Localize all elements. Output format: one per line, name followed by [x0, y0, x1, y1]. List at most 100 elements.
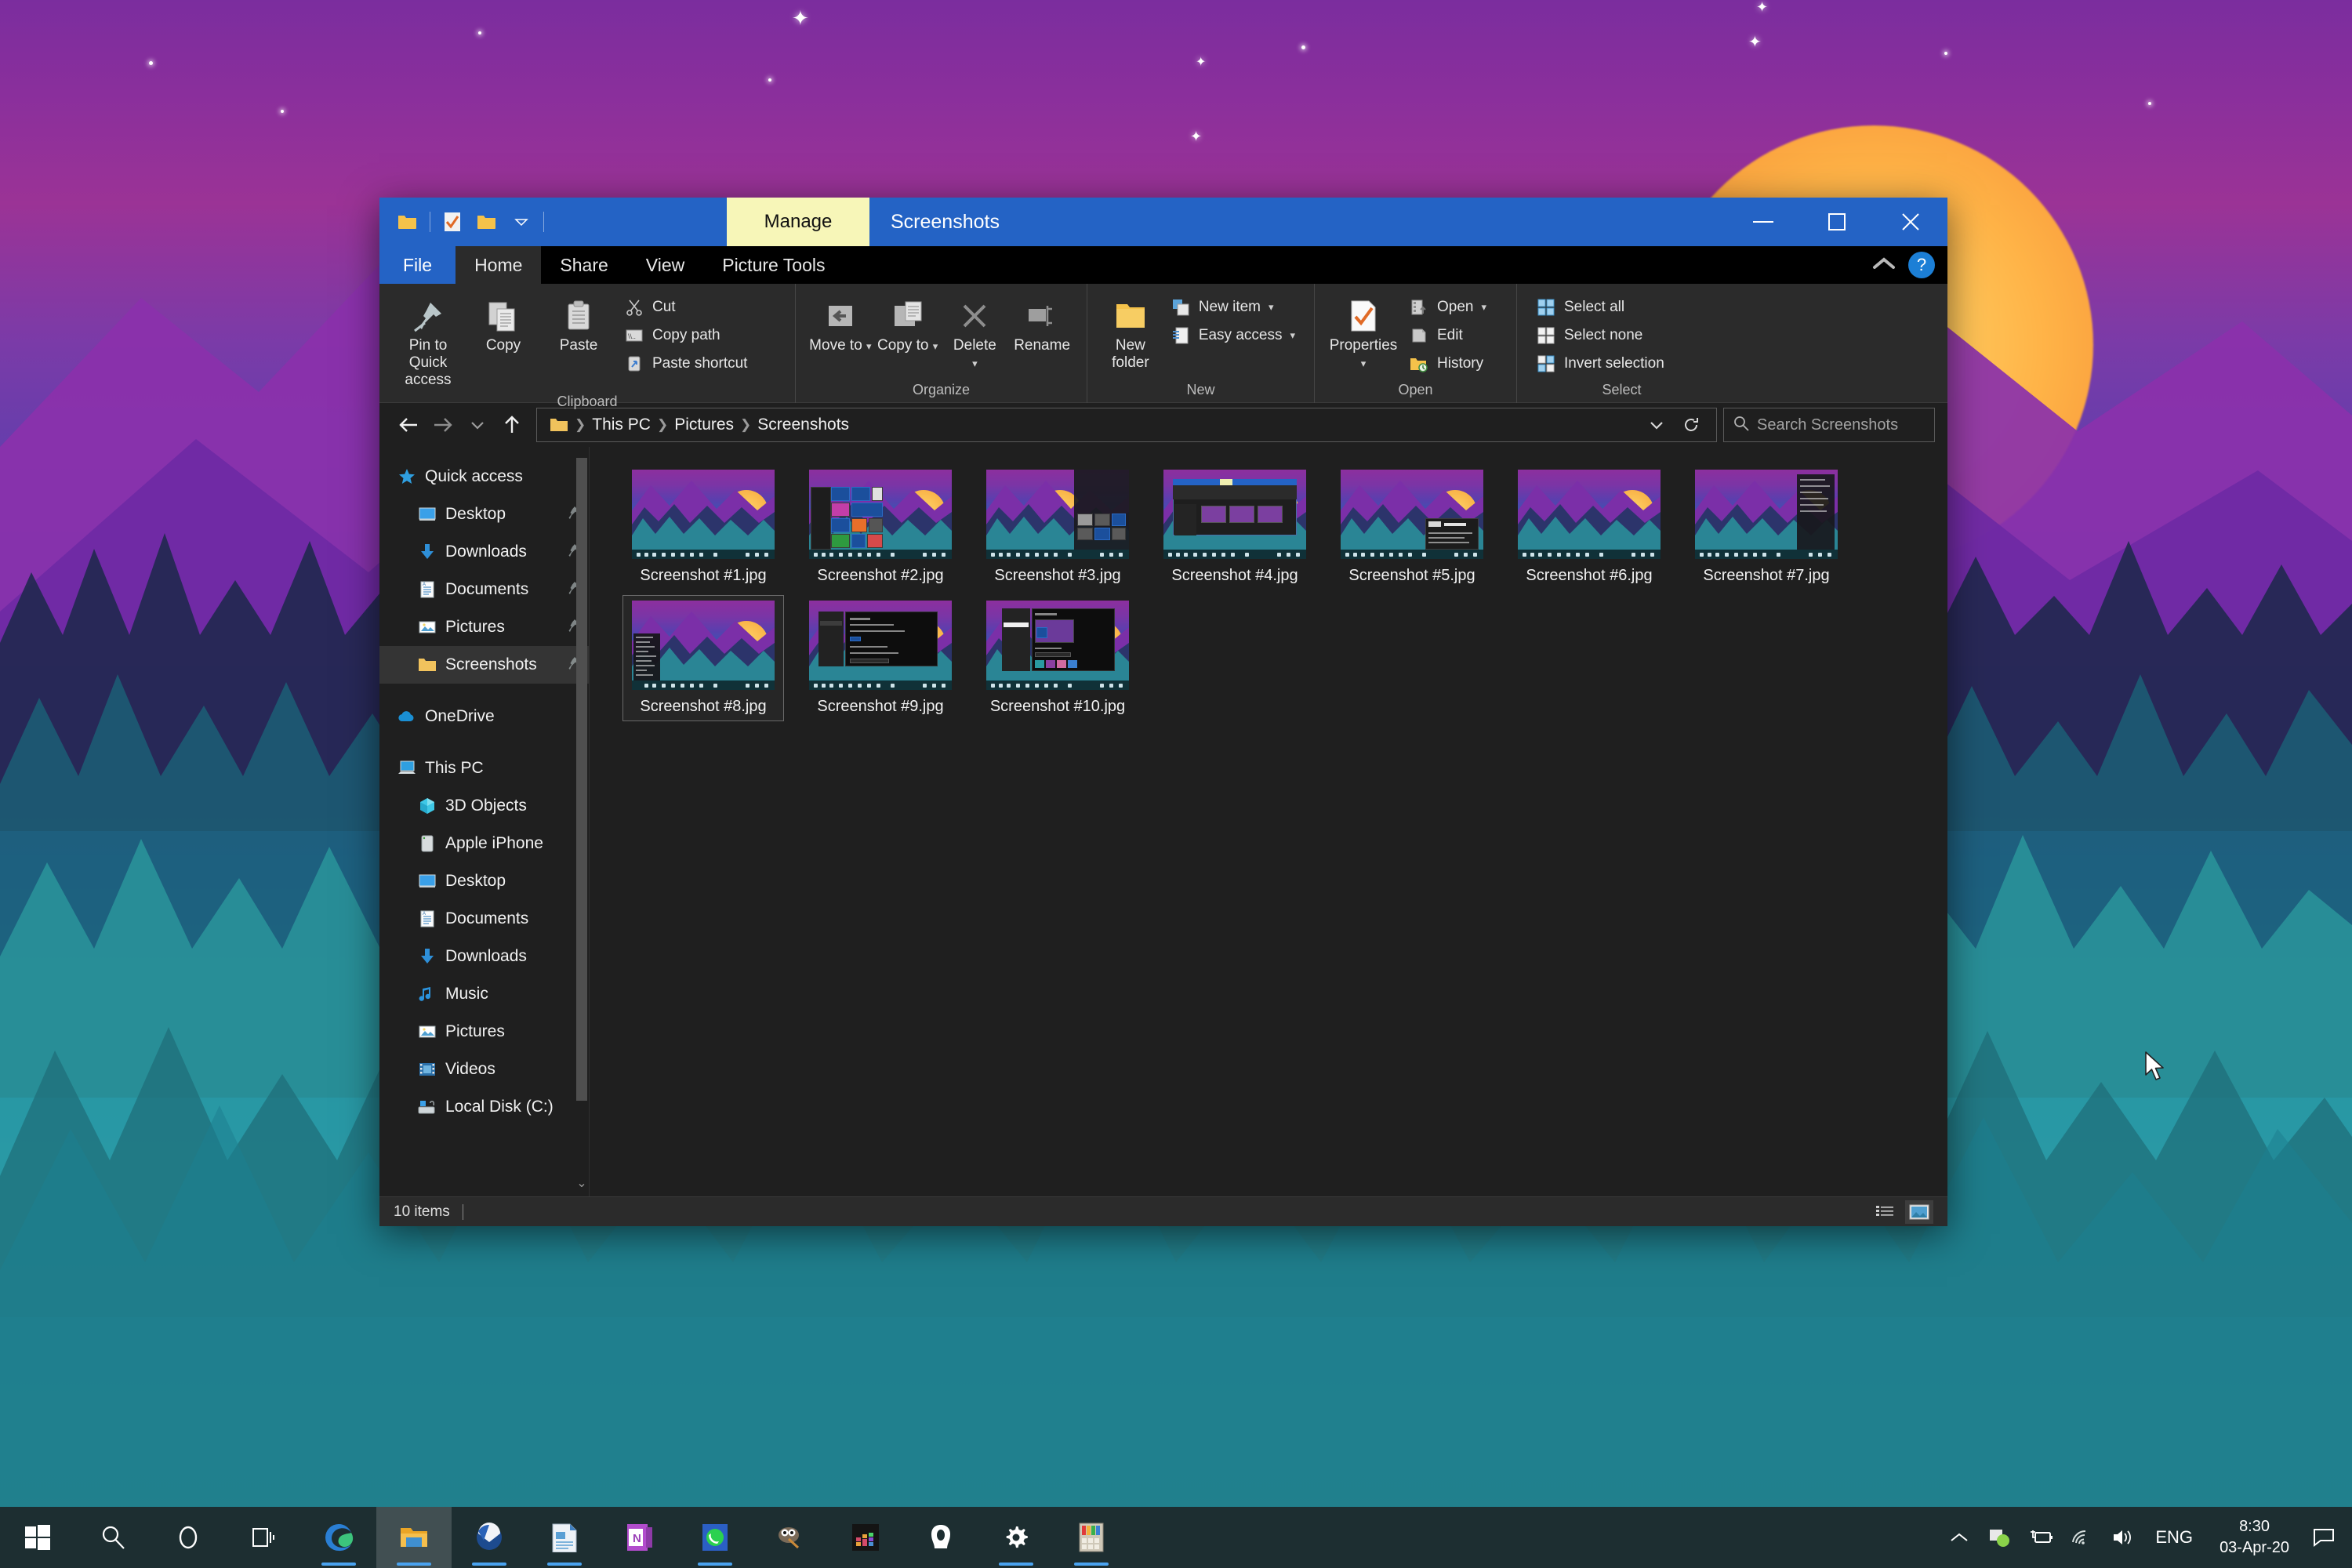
open-button[interactable]: Open ▾ [1401, 293, 1494, 321]
pin-to-quick-access-button[interactable]: Pin to Quick access [390, 290, 466, 394]
folder-icon[interactable] [390, 205, 425, 239]
close-button[interactable] [1874, 198, 1947, 246]
collapse-ribbon-icon[interactable] [1872, 256, 1896, 274]
file-item[interactable]: Screenshot #6.jpg [1508, 464, 1670, 590]
properties-button[interactable]: Properties▾ [1326, 290, 1401, 376]
file-item[interactable]: Screenshot #8.jpg [622, 595, 784, 721]
title-bar[interactable]: Manage Screenshots [379, 198, 1947, 246]
breadcrumb-screenshots[interactable]: Screenshots [753, 416, 854, 434]
address-dropdown-icon[interactable] [1639, 408, 1674, 441]
sidebar-item-pictures[interactable]: Pictures [379, 608, 589, 646]
tab-home[interactable]: Home [456, 246, 541, 284]
calculator-button[interactable] [1054, 1507, 1129, 1568]
taskbar[interactable]: N [0, 1507, 2352, 1568]
sidebar-item-quick-access[interactable]: Quick access [379, 458, 589, 495]
sidebar-item-apple-iphone[interactable]: Apple iPhone [379, 825, 589, 862]
select-all-button[interactable]: Select all [1528, 293, 1672, 321]
tab-file[interactable]: File [379, 246, 456, 284]
file-item[interactable]: Screenshot #2.jpg [800, 464, 961, 590]
wifi-button[interactable] [2061, 1507, 2102, 1568]
copy-button[interactable]: Copy [466, 290, 541, 359]
sidebar-item-desktop[interactable]: Desktop [379, 495, 589, 533]
sidebar-item-3d-objects[interactable]: 3D Objects [379, 787, 589, 825]
keepass-button[interactable] [903, 1507, 978, 1568]
sidebar-item-pictures-pc[interactable]: Pictures [379, 1013, 589, 1051]
cortana-button[interactable] [151, 1507, 226, 1568]
new-folder-button[interactable]: New folder [1098, 290, 1163, 376]
paste-button[interactable]: Paste [541, 290, 616, 359]
file-item[interactable]: Screenshot #9.jpg [800, 595, 961, 721]
sidebar-item-documents-pc[interactable]: A Documents [379, 900, 589, 938]
copy-path-button[interactable]: \\.. Copy path [616, 321, 755, 350]
sidebar-item-onedrive[interactable]: OneDrive [379, 698, 589, 735]
navigation-pane[interactable]: Quick access Desktop [379, 447, 590, 1196]
move-to-button[interactable]: Move to ▾ [807, 290, 874, 359]
ribbon[interactable]: Pin to Quick access Copy Paste [379, 284, 1947, 403]
tab-share[interactable]: Share [541, 246, 626, 284]
desktop[interactable]: ✦ ✦ ✦ ✦ ✦ [0, 0, 2352, 1568]
language-indicator[interactable]: ENG [2143, 1527, 2205, 1548]
sidebar-item-documents[interactable]: A Documents [379, 571, 589, 608]
sidebar-item-this-pc[interactable]: This PC [379, 750, 589, 787]
easy-access-button[interactable]: Easy access ▾ [1163, 321, 1303, 350]
tab-view[interactable]: View [627, 246, 703, 284]
history-button[interactable]: History [1401, 350, 1494, 378]
gimp-button[interactable] [753, 1507, 828, 1568]
new-folder-icon[interactable] [470, 205, 504, 239]
onenote-button[interactable]: N [602, 1507, 677, 1568]
breadcrumb-this-pc[interactable]: This PC [587, 416, 655, 434]
file-item[interactable]: Screenshot #4.jpg [1154, 464, 1316, 590]
deezer-button[interactable] [828, 1507, 903, 1568]
breadcrumb-pictures[interactable]: Pictures [670, 416, 739, 434]
rename-button[interactable]: Rename [1008, 290, 1076, 359]
new-item-button[interactable]: New item ▾ [1163, 293, 1303, 321]
sidebar-item-music[interactable]: Music [379, 975, 589, 1013]
file-explorer-button[interactable] [376, 1507, 452, 1568]
refresh-icon[interactable] [1674, 408, 1708, 441]
battery-button[interactable] [2020, 1507, 2061, 1568]
large-icons-view-button[interactable] [1905, 1200, 1933, 1224]
copy-to-button[interactable]: Copy to ▾ [874, 290, 942, 359]
thunderbird-button[interactable] [452, 1507, 527, 1568]
file-item[interactable]: Screenshot #5.jpg [1331, 464, 1493, 590]
invert-selection-button[interactable]: Invert selection [1528, 350, 1672, 378]
quick-access-toolbar[interactable] [379, 198, 549, 246]
task-view-button[interactable] [226, 1507, 301, 1568]
manage-contextual-tab[interactable]: Manage [727, 198, 869, 246]
sidebar-item-downloads[interactable]: Downloads [379, 533, 589, 571]
navigation-scrollbar[interactable] [576, 458, 587, 1101]
quick-access-dropdown-icon[interactable] [504, 205, 539, 239]
search-button[interactable] [75, 1507, 151, 1568]
show-hidden-icons-button[interactable] [1939, 1507, 1980, 1568]
ribbon-tabs[interactable]: File Home Share View Picture Tools ? [379, 246, 1947, 284]
edge-button[interactable] [301, 1507, 376, 1568]
window-controls[interactable] [1726, 198, 1947, 246]
start-button[interactable] [0, 1507, 75, 1568]
sidebar-item-local-disk-c[interactable]: Local Disk (C:) [379, 1088, 589, 1126]
action-center-button[interactable] [2303, 1507, 2344, 1568]
minimize-button[interactable] [1726, 198, 1800, 246]
scroll-down-icon[interactable]: ⌄ [576, 1176, 587, 1192]
sidebar-item-downloads-pc[interactable]: Downloads [379, 938, 589, 975]
help-button[interactable]: ? [1908, 252, 1935, 278]
ribbon-right-controls[interactable]: ? [1872, 246, 1935, 284]
onedrive-tray-button[interactable] [1980, 1507, 2020, 1568]
file-item[interactable]: Screenshot #7.jpg [1686, 464, 1847, 590]
file-explorer-window[interactable]: Manage Screenshots File Home Share View … [379, 198, 1947, 1226]
sidebar-item-videos[interactable]: Videos [379, 1051, 589, 1088]
search-input[interactable]: Search Screenshots [1723, 408, 1935, 442]
file-list-view[interactable]: Screenshot #1.jpg [590, 447, 1947, 1196]
sidebar-item-screenshots[interactable]: Screenshots [379, 646, 589, 684]
file-item[interactable]: Screenshot #10.jpg [977, 595, 1138, 721]
maximize-button[interactable] [1800, 198, 1874, 246]
settings-button[interactable] [978, 1507, 1054, 1568]
edit-button[interactable]: Edit [1401, 321, 1494, 350]
sidebar-item-desktop-pc[interactable]: Desktop [379, 862, 589, 900]
file-item[interactable]: Screenshot #3.jpg [977, 464, 1138, 590]
select-none-button[interactable]: Select none [1528, 321, 1672, 350]
details-view-button[interactable] [1871, 1200, 1899, 1224]
tab-picture-tools[interactable]: Picture Tools [703, 246, 844, 284]
paste-shortcut-button[interactable]: Paste shortcut [616, 350, 755, 378]
whatsapp-button[interactable] [677, 1507, 753, 1568]
volume-button[interactable] [2102, 1507, 2143, 1568]
